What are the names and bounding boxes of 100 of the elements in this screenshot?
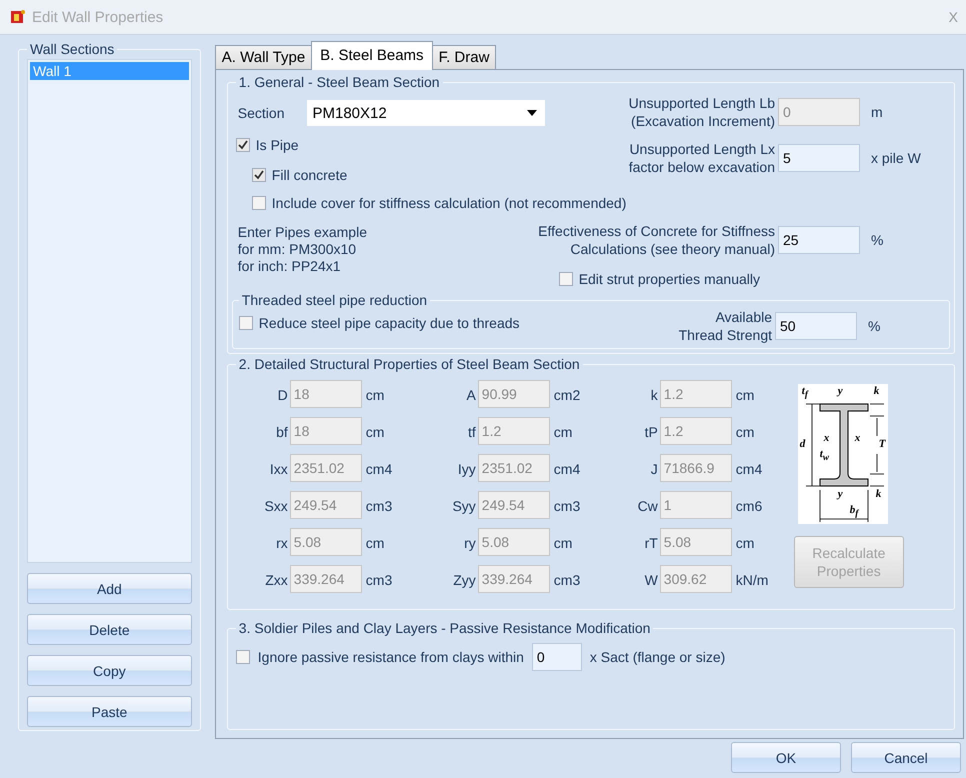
input-field[interactable]: 249.54 xyxy=(478,491,550,519)
field-label: Zxx xyxy=(264,572,288,588)
unit-label: kN/m xyxy=(734,572,770,588)
input-field[interactable]: 18 xyxy=(290,417,362,445)
dialog-button[interactable]: Cancel xyxy=(851,742,961,773)
group-title: 2. Detailed Structural Properties of Steel Beam Section xyxy=(238,356,581,372)
input-field[interactable]: 71866.9 xyxy=(660,454,732,482)
checkbox-label: Include cover for stiffness calculation (not recommended) xyxy=(272,195,626,211)
unit-label: cm4 xyxy=(364,461,394,477)
field-label: Section xyxy=(238,105,284,121)
section-dropdown[interactable]: PM180X12 xyxy=(306,100,544,126)
checkbox-label: Edit strut properties manually xyxy=(578,271,760,287)
input-field[interactable]: 1 xyxy=(660,491,732,519)
checkbox[interactable] xyxy=(236,138,250,152)
input-field[interactable]: 309.62 xyxy=(660,565,732,593)
input-field[interactable]: 5.08 xyxy=(478,528,550,556)
input-field[interactable]: 90.99 xyxy=(478,380,550,408)
unit-label: m xyxy=(870,104,884,120)
checkbox[interactable] xyxy=(252,168,266,182)
checkbox[interactable] xyxy=(558,272,573,286)
unit-label: cm4 xyxy=(552,461,582,477)
unit-label: cm xyxy=(734,535,756,551)
checkbox-label: Reduce steel pipe capacity due to threads xyxy=(258,315,520,331)
unit-label: cm xyxy=(734,424,756,440)
unit-label: cm xyxy=(364,387,386,403)
app-icon xyxy=(10,9,26,25)
unit-label: cm4 xyxy=(734,461,764,477)
field-label: Effectiveness of Concrete for Stiffness Calculations (see theory manual) xyxy=(538,222,775,258)
tab[interactable]: F. Draw xyxy=(432,45,496,69)
input-field[interactable]: 339.264 xyxy=(478,565,550,593)
caret-icon xyxy=(526,110,536,116)
field-label: Available Thread Strengt xyxy=(678,308,772,344)
field-label: rx xyxy=(275,535,288,551)
field-label: Sxx xyxy=(263,498,288,514)
unit-label: x Sact (flange or size) xyxy=(590,649,726,665)
checkbox[interactable] xyxy=(238,316,253,330)
field-label: bf xyxy=(275,424,288,440)
field-label: A xyxy=(465,387,476,403)
input-field[interactable]: 5.08 xyxy=(290,528,362,556)
unit-label: cm xyxy=(364,424,386,440)
checkbox[interactable] xyxy=(252,196,266,210)
group-title: 3. Soldier Piles and Clay Layers - Passive Resistance Modification xyxy=(238,620,652,636)
checkbox[interactable] xyxy=(236,650,250,664)
input-field[interactable]: 25 xyxy=(778,226,860,254)
unit-label: cm3 xyxy=(552,498,582,514)
unit-label: cm xyxy=(552,424,574,440)
field-label: J xyxy=(650,461,658,477)
list-action-button[interactable]: Paste xyxy=(27,696,192,727)
input-field[interactable]: 249.54 xyxy=(290,491,362,519)
unit-label: x pile W xyxy=(870,150,922,166)
field-label: tP xyxy=(644,424,658,440)
field-label: tf xyxy=(467,424,476,440)
field-label: Unsupported Length Lb (Excavation Increment) xyxy=(628,94,775,130)
field-label: Unsupported Length Lx factor below excavation xyxy=(628,140,775,176)
dialog-button[interactable]: OK xyxy=(731,742,841,773)
field-label: Cw xyxy=(636,498,658,514)
input-field[interactable]: 0 xyxy=(532,643,582,671)
group-title: Threaded steel pipe reduction xyxy=(240,292,428,308)
group-title: 1. General - Steel Beam Section xyxy=(238,74,441,90)
field-label: k xyxy=(650,387,658,403)
beam-section-drawing: t$_{f}$ y k d x x t$_{w}$ T y k b$_{f}$ xyxy=(798,384,888,524)
input-field[interactable]: 1.2 xyxy=(660,417,732,445)
tab[interactable]: A. Wall Type xyxy=(214,45,312,69)
unit-label: cm3 xyxy=(364,498,394,514)
input-field[interactable]: 1.2 xyxy=(478,417,550,445)
field-label: rT xyxy=(644,535,658,551)
input-field[interactable]: 1.2 xyxy=(660,380,732,408)
list-action-button[interactable]: Copy xyxy=(27,655,192,686)
field-label: Iyy xyxy=(456,461,476,477)
input-field[interactable]: 18 xyxy=(290,380,362,408)
field-label: D xyxy=(276,387,288,403)
group-title: Wall Sections xyxy=(29,41,116,57)
window-title: Edit Wall Properties xyxy=(32,8,164,26)
list-action-button[interactable]: Delete xyxy=(27,614,192,645)
input-field[interactable]: 2351.02 xyxy=(478,454,550,482)
input-field[interactable]: 50 xyxy=(775,312,857,340)
checkbox-label: Ignore passive resistance from clays within xyxy=(258,649,524,665)
hint-text: Enter Pipes example for mm: PM300x10 for inch: PP24x1 xyxy=(236,223,367,276)
input-field[interactable]: 5.08 xyxy=(660,528,732,556)
unit-label: cm xyxy=(552,535,574,551)
close-button[interactable]: X xyxy=(948,9,958,25)
field-label: W xyxy=(644,572,658,588)
tab[interactable]: B. Steel Beams xyxy=(311,41,433,70)
field-label: Zyy xyxy=(452,572,476,588)
unit-label: cm3 xyxy=(364,572,394,588)
unit-label: cm xyxy=(734,387,756,403)
unit-label: cm3 xyxy=(552,572,582,588)
field-label: Syy xyxy=(451,498,476,514)
unit-label: % xyxy=(867,318,882,334)
list-item[interactable]: Wall 1 xyxy=(30,62,189,80)
checkbox-label: Fill concrete xyxy=(272,167,348,183)
input-field[interactable]: 5 xyxy=(778,144,860,172)
input-field[interactable]: 2351.02 xyxy=(290,454,362,482)
field-label: ry xyxy=(463,535,476,551)
list-action-button[interactable]: Add xyxy=(27,573,192,604)
input-field[interactable]: 339.264 xyxy=(290,565,362,593)
unit-label: cm xyxy=(364,535,386,551)
unit-label: % xyxy=(870,232,884,248)
field-label: Ixx xyxy=(268,461,288,477)
unit-label: cm2 xyxy=(552,387,582,403)
